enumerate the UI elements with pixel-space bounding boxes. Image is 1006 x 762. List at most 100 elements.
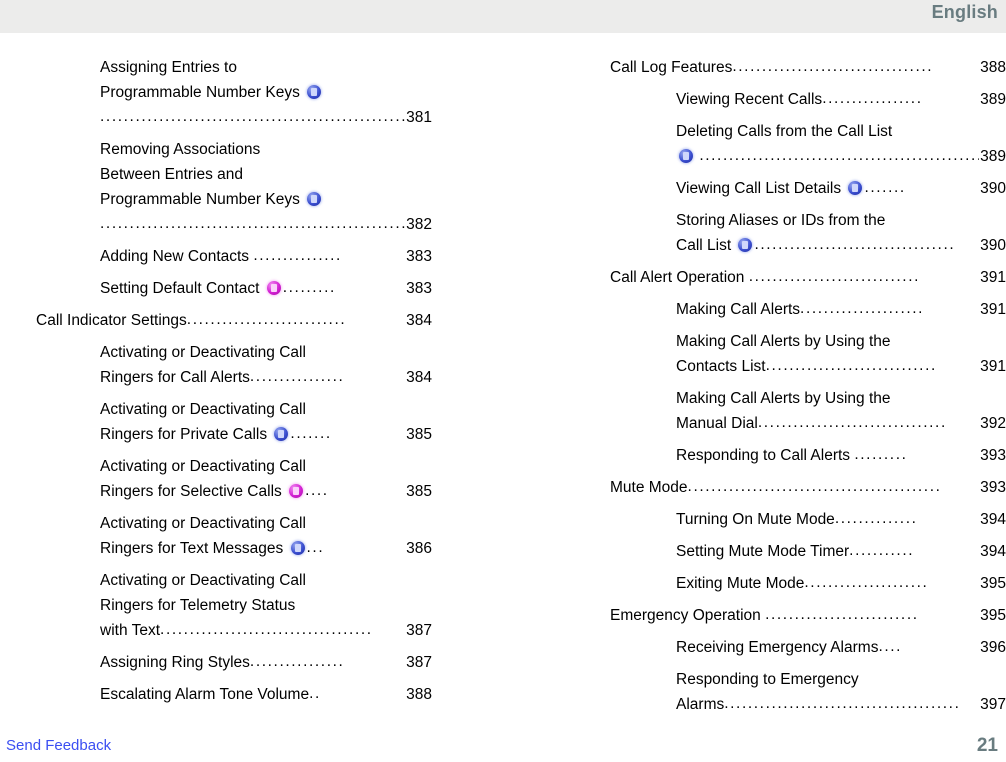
toc-leader-dots: .... bbox=[878, 638, 903, 655]
toc-entry[interactable]: Emergency Operation ....................… bbox=[610, 603, 1006, 628]
toc-entry-line: Activating or Deactivating Call bbox=[100, 515, 306, 532]
toc-entry[interactable]: Removing Associations Between Entries and… bbox=[36, 137, 432, 237]
toc-page-number: 389 bbox=[980, 91, 1006, 108]
toc-entry-title: Viewing Recent Calls bbox=[676, 91, 823, 108]
toc-entry-tail: Ringers for Call Alerts................ 3… bbox=[100, 365, 432, 390]
toc-entry[interactable]: Turning On Mute Mode.............. 394 bbox=[610, 507, 1006, 532]
toc-leader-dots: ....... bbox=[864, 179, 906, 196]
toc-entry-tail: Assigning Ring Styles................ 387 bbox=[100, 650, 432, 675]
toc-entry-title: Call List bbox=[676, 237, 736, 254]
toc-entry[interactable]: Making Call Alerts..................... 3… bbox=[610, 297, 1006, 322]
toc-leader-dots: ................ bbox=[249, 653, 345, 670]
toc-entry-title: Call Indicator Settings bbox=[36, 312, 187, 329]
toc-entry-tail: Adding New Contacts ............... 383 bbox=[100, 244, 432, 269]
toc-leader-dots: ........................... bbox=[186, 311, 347, 328]
toc-entry-tail: Mute Mode...............................… bbox=[610, 475, 1006, 500]
toc-entry-tail: Exiting Mute Mode..................... 39… bbox=[676, 571, 1006, 596]
toc-entry[interactable]: Storing Aliases or IDs from the Call List… bbox=[610, 208, 1006, 258]
toc-entry-title: Receiving Emergency Alarms bbox=[676, 639, 879, 656]
toc-leader-dots: ..................... bbox=[804, 574, 929, 591]
toc-entry-icon-wrap bbox=[735, 233, 754, 258]
toc-entry-title: Exiting Mute Mode bbox=[676, 575, 805, 592]
toc-entry[interactable]: Activating or Deactivating Call Ringers f… bbox=[36, 511, 432, 561]
toc-entry[interactable]: Activating or Deactivating Call Ringers f… bbox=[36, 568, 432, 643]
toc-entry-tail: Viewing Recent Calls................. 389 bbox=[676, 87, 1006, 112]
toc-page-number: 388 bbox=[980, 59, 1006, 76]
toc-entry-tail: Responding to Call Alerts ......... 393 bbox=[676, 443, 1006, 468]
toc-entry-line: Programmable Number Keys bbox=[100, 80, 432, 105]
toc-entry[interactable]: Activating or Deactivating Call Ringers f… bbox=[36, 397, 432, 447]
toc-entry[interactable]: Call Alert Operation ...................… bbox=[610, 265, 1006, 290]
toc-entry-title: Emergency Operation bbox=[610, 607, 766, 624]
toc-entry-tail: Turning On Mute Mode.............. 394 bbox=[676, 507, 1006, 532]
toc-entry-title: Alarms bbox=[676, 696, 725, 713]
toc-entry[interactable]: Receiving Emergency Alarms.... 396 bbox=[610, 635, 1006, 660]
toc-entry[interactable]: Assigning Entries to Programmable Number … bbox=[36, 55, 432, 130]
toc-page-number: 381 bbox=[406, 109, 432, 126]
toc-column-right: Call Log Features.......................… bbox=[610, 55, 1006, 724]
toc-leader-dots: ........................................… bbox=[100, 108, 406, 125]
toc-leader-dots: ........................................… bbox=[699, 147, 980, 164]
toc-entry-icon-wrap bbox=[676, 144, 699, 169]
toc-entry[interactable]: Making Call Alerts by Using the Contacts … bbox=[610, 329, 1006, 379]
toc-entry[interactable]: Call Indicator Settings.................… bbox=[36, 308, 432, 333]
toc-entry[interactable]: Mute Mode...............................… bbox=[610, 475, 1006, 500]
toc-page-number: 395 bbox=[980, 575, 1006, 592]
toc-entry-title: Ringers for Text Messages bbox=[100, 540, 288, 557]
toc-entry-title: Turning On Mute Mode bbox=[676, 511, 835, 528]
toc-leader-dots: ................. bbox=[822, 90, 923, 107]
toc-entry-tail: ........................................… bbox=[676, 144, 1006, 169]
toc-leader-dots: ................................ bbox=[757, 414, 947, 431]
toc-entry-title: Making Call Alerts bbox=[676, 301, 801, 318]
toc-page-number: 386 bbox=[406, 540, 432, 557]
footer-page-number: 21 bbox=[976, 735, 998, 756]
toc-entry[interactable]: Making Call Alerts by Using the Manual Di… bbox=[610, 386, 1006, 436]
toc-entry-line: Making Call Alerts by Using the bbox=[676, 390, 891, 407]
toc-entry[interactable]: Escalating Alarm Tone Volume.. 388 bbox=[36, 682, 432, 707]
toc-leader-dots: ............................. bbox=[765, 357, 937, 374]
toc-page-number: 385 bbox=[406, 426, 432, 443]
toc-entry[interactable]: Setting Mute Mode Timer........... 394 bbox=[610, 539, 1006, 564]
toc-leader-dots: ........................................… bbox=[100, 215, 406, 232]
toc-entry-line: Removing Associations bbox=[100, 141, 261, 158]
toc-entry[interactable]: Exiting Mute Mode..................... 39… bbox=[610, 571, 1006, 596]
toc-content: Assigning Entries to Programmable Number … bbox=[0, 33, 1006, 715]
toc-entry-line: Responding to Emergency bbox=[676, 671, 859, 688]
toc-entry[interactable]: Responding to Call Alerts ......... 393 bbox=[610, 443, 1006, 468]
toc-entry[interactable]: Setting Default Contact ......... 383 bbox=[36, 276, 432, 301]
toc-entry-line: Activating or Deactivating Call bbox=[100, 458, 306, 475]
toc-entry-tail: Alarms..................................… bbox=[676, 692, 1006, 717]
toc-entry[interactable]: Responding to Emergency Alarms...........… bbox=[610, 667, 1006, 717]
toc-entry[interactable]: Viewing Call List Details ....... 390 bbox=[610, 176, 1006, 201]
toc-leader-dots: ........... bbox=[849, 542, 915, 559]
toc-page-number: 388 bbox=[406, 686, 432, 703]
toc-entry[interactable]: Activating or Deactivating Call Ringers f… bbox=[36, 454, 432, 504]
toc-leader-dots: ............................. bbox=[748, 268, 921, 285]
toc-entry-line: Deleting Calls from the Call List bbox=[676, 123, 893, 140]
toc-entry-title: Manual Dial bbox=[676, 415, 758, 432]
toc-page-number: 391 bbox=[980, 301, 1006, 318]
toc-entry-tail: Ringers for Text Messages ... 386 bbox=[100, 536, 432, 561]
toc-page-number: 387 bbox=[406, 622, 432, 639]
toc-entry-line: Activating or Deactivating Call bbox=[100, 344, 306, 361]
toc-entry[interactable]: Assigning Ring Styles................ 387 bbox=[36, 650, 432, 675]
toc-entry-title: Programmable Number Keys bbox=[100, 84, 305, 101]
toc-entry-line: Storing Aliases or IDs from the bbox=[676, 212, 886, 229]
toc-entry[interactable]: Call Log Features.......................… bbox=[610, 55, 1006, 80]
toc-entry-line: Between Entries and bbox=[100, 166, 244, 183]
toc-entry[interactable]: Deleting Calls from the Call List ......… bbox=[610, 119, 1006, 169]
toc-entry-title: Programmable Number Keys bbox=[100, 191, 305, 208]
toc-entry[interactable]: Adding New Contacts ............... 383 bbox=[36, 244, 432, 269]
toc-page-number: 382 bbox=[406, 216, 432, 233]
toc-page-number: 383 bbox=[406, 280, 432, 297]
page-header: English bbox=[0, 0, 1006, 33]
toc-entry-title: Responding to Call Alerts bbox=[676, 447, 855, 464]
toc-page-number: 391 bbox=[980, 269, 1006, 286]
toc-entry[interactable]: Activating or Deactivating Call Ringers f… bbox=[36, 340, 432, 390]
toc-page-number: 383 bbox=[406, 248, 432, 265]
toc-leader-dots: ........................................… bbox=[687, 478, 942, 495]
toc-page-number: 392 bbox=[980, 415, 1006, 432]
toc-page-number: 395 bbox=[980, 607, 1006, 624]
toc-entry[interactable]: Viewing Recent Calls................. 389 bbox=[610, 87, 1006, 112]
send-feedback-link[interactable]: Send Feedback bbox=[6, 737, 111, 755]
